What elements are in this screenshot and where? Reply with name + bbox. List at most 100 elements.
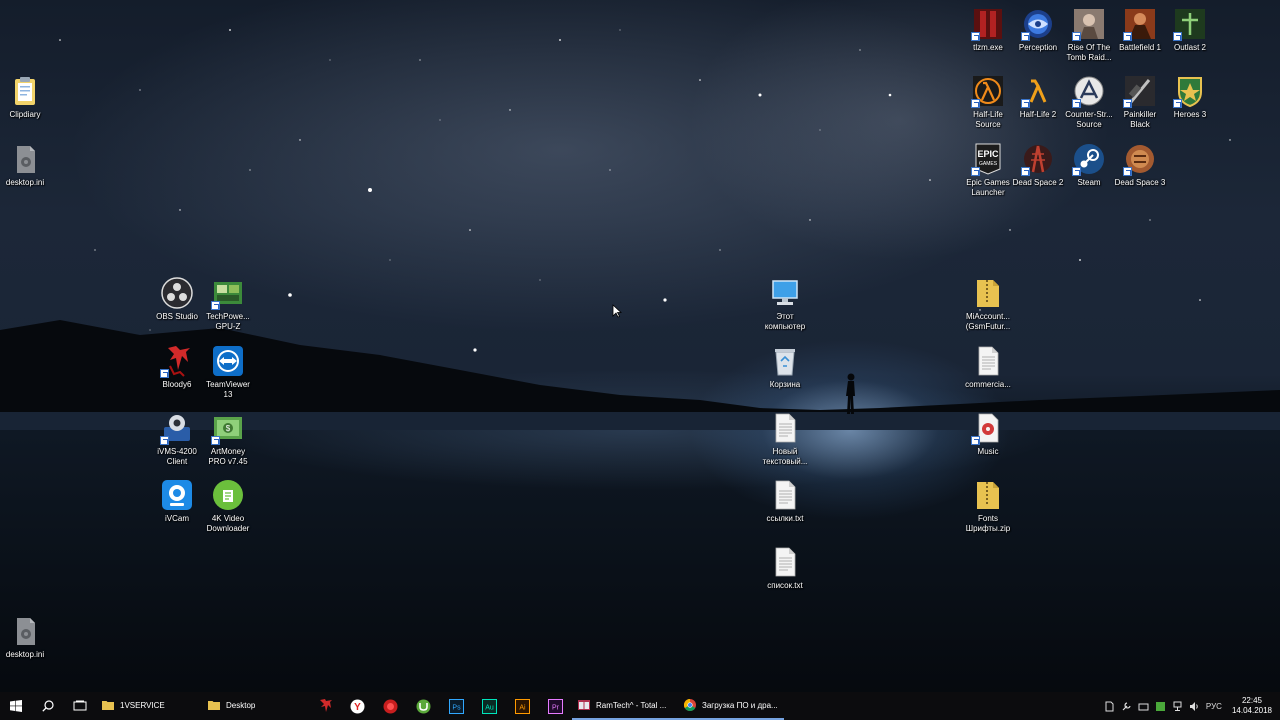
tomb-raider-icon [1072, 7, 1106, 41]
half-life-icon [971, 74, 1005, 108]
desktop-icon-gpu-z[interactable]: TechPowe... GPU-Z [197, 272, 259, 332]
ivms-icon [160, 411, 194, 445]
artmoney-icon: $ [211, 411, 245, 445]
folder-icon [102, 701, 114, 710]
audition-letters: Au [485, 704, 494, 711]
language-indicator[interactable]: РУС [1206, 702, 1222, 711]
music-icon [971, 411, 1005, 445]
taskbar-item-label: Desktop [226, 700, 256, 710]
folder-icon [208, 701, 220, 710]
epic-games-icon: EPIC GAMES [971, 142, 1005, 176]
desktop-icon-desktop-ini-2[interactable]: desktop.ini [0, 610, 56, 660]
desktop-icon-teamviewer[interactable]: TeamViewer 13 [197, 340, 259, 400]
runner-silhouette [846, 373, 855, 414]
yandex-letter: Y [354, 702, 361, 713]
windows-logo-icon [10, 700, 22, 712]
desktop-icon-artmoney[interactable]: $ ArtMoney PRO v7.45 [197, 407, 259, 467]
taskbar-item-label: 1VSERVICE [120, 700, 165, 710]
search-button[interactable] [32, 692, 64, 720]
desktop-icon-recycle-bin[interactable]: Корзина [754, 340, 816, 390]
perception-icon [1021, 7, 1055, 41]
obs-icon [160, 276, 194, 310]
taskbar: 1VSERVICE Desktop Y Ps Au Ai Pr RamTech^… [0, 692, 1280, 720]
photoshop-icon: Ps [449, 698, 464, 714]
desktop-icon-clipdiary[interactable]: Clipdiary [0, 70, 56, 120]
desktop-icon-links-txt[interactable]: ссылки.txt [754, 474, 816, 524]
heroes-icon [1173, 74, 1207, 108]
icon-label: MiAccount... (GsmFutur... [965, 312, 1011, 331]
steam-icon [1072, 142, 1106, 176]
desktop-icon-new-text[interactable]: Новый текстовый... [754, 407, 816, 467]
taskbar-app-illustrator[interactable]: Ai [506, 692, 539, 720]
zip-folder-icon [971, 276, 1005, 310]
taskbar-app-bloody[interactable] [308, 692, 341, 720]
network-icon[interactable] [1172, 701, 1183, 712]
taskbar-window-chrome[interactable]: Загрузка ПО и дра... [678, 692, 784, 720]
audition-icon: Au [482, 698, 497, 714]
icon-label: desktop.ini [5, 178, 45, 187]
mouse-cursor [612, 304, 622, 318]
text-file-icon [768, 478, 802, 512]
icon-label: commercia... [965, 380, 1011, 389]
system-tray: РУС 22:45 14.04.2018 [1104, 692, 1280, 720]
total-commander-icon [578, 700, 590, 710]
taskbar-app-recorder[interactable] [374, 692, 407, 720]
desktop-icon-list-txt[interactable]: список.txt [754, 541, 816, 591]
4k-video-icon [211, 478, 245, 512]
svg-text:GAMES: GAMES [979, 161, 998, 167]
zip-folder-icon [971, 478, 1005, 512]
yandex-browser-icon: Y [350, 699, 365, 713]
icon-label: Dead Space 3 [1114, 178, 1166, 187]
taskbar-item-label: RamTech^ - Total ... [596, 700, 667, 710]
icon-label: Этот компьютер [764, 312, 806, 331]
outlast-icon [1173, 7, 1207, 41]
recycle-bin-icon [768, 344, 802, 378]
computer-icon [768, 276, 802, 310]
icon-label: TeamViewer 13 [206, 380, 250, 399]
premiere-icon: Pr [548, 698, 563, 714]
start-button[interactable] [0, 692, 32, 720]
volume-icon[interactable] [1189, 701, 1200, 712]
desktop-icon-heroes-3[interactable]: Heroes 3 [1159, 70, 1221, 120]
bloody-app-icon [319, 699, 332, 712]
tray-device-icon[interactable] [1138, 701, 1149, 712]
icon-label: Новый текстовый... [762, 447, 808, 466]
icon-label: 4K Video Downloader [206, 514, 250, 533]
task-view-button[interactable] [64, 692, 96, 720]
illustrator-letters: Ai [519, 704, 526, 711]
search-icon [42, 700, 54, 712]
icon-label: Music [977, 447, 999, 456]
desktop-icon-this-pc[interactable]: Этот компьютер [754, 272, 816, 332]
desktop-icon-miaccount[interactable]: MiAccount... (GsmFutur... [957, 272, 1019, 332]
clock[interactable]: 22:45 14.04.2018 [1232, 696, 1272, 716]
tray-file-icon[interactable] [1104, 701, 1115, 712]
desktop-icon-music[interactable]: Music [957, 407, 1019, 457]
taskbar-app-photoshop[interactable]: Ps [440, 692, 473, 720]
taskbar-app-yandex[interactable]: Y [341, 692, 374, 720]
desktop-icon-dead-space-3[interactable]: Dead Space 3 [1109, 138, 1171, 188]
text-file-icon [971, 344, 1005, 378]
svg-text:EPIC: EPIC [977, 149, 999, 159]
taskbar-item-desktop[interactable]: Desktop [202, 692, 308, 720]
desktop-icon-outlast-2[interactable]: Outlast 2 [1159, 3, 1221, 53]
ivcam-icon [160, 478, 194, 512]
illustrator-icon: Ai [515, 698, 530, 714]
icon-label: Корзина [769, 380, 801, 389]
icon-label: ArtMoney PRO v7.45 [208, 447, 248, 466]
taskbar-app-premiere[interactable]: Pr [539, 692, 572, 720]
taskbar-item-1vservice[interactable]: 1VSERVICE [96, 692, 202, 720]
text-file-icon [768, 411, 802, 445]
settings-file-icon [8, 614, 42, 648]
desktop-icon-desktop-ini[interactable]: desktop.ini [0, 138, 56, 188]
svg-text:$: $ [226, 424, 231, 433]
gpuz-icon [211, 276, 245, 310]
taskbar-window-total-commander[interactable]: RamTech^ - Total ... [572, 692, 678, 720]
counter-strike-icon [1072, 74, 1106, 108]
taskbar-app-utorrent[interactable] [407, 692, 440, 720]
desktop-icon-commercia[interactable]: commercia... [957, 340, 1019, 390]
tray-wrench-icon[interactable] [1121, 701, 1132, 712]
desktop-icon-4k-video-downloader[interactable]: 4K Video Downloader [197, 474, 259, 534]
taskbar-app-audition[interactable]: Au [473, 692, 506, 720]
tray-green-app-icon[interactable] [1155, 701, 1166, 712]
desktop-icon-fonts-zip[interactable]: Fonts Шрифты.zip [957, 474, 1019, 534]
